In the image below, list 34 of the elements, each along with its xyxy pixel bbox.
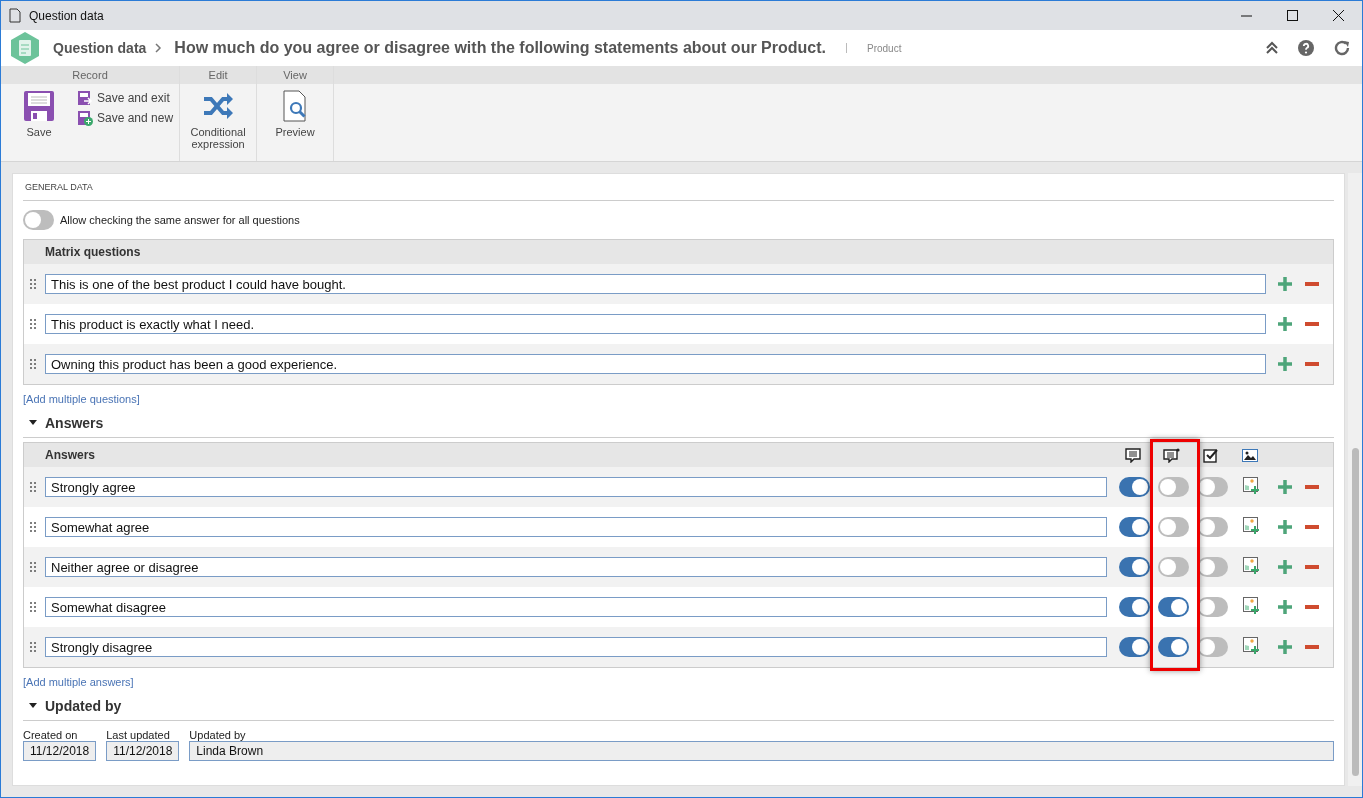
answer-field[interactable]: Strongly disagree — [45, 637, 1107, 657]
section-title: GENERAL DATA — [23, 180, 1334, 201]
add-answers-link[interactable]: [Add multiple answers] — [23, 676, 134, 688]
question-field[interactable]: This is one of the best product I could have bought. — [45, 274, 1266, 294]
ribbon-button[interactable]: Save and new — [77, 110, 174, 126]
section-title: Answers — [45, 415, 104, 431]
ribbon-button[interactable]: Save and exit — [77, 90, 174, 106]
field-label: Created on — [23, 729, 79, 741]
ribbon-group-label: View — [257, 66, 334, 84]
ribbon-group-label: Record — [1, 66, 180, 84]
question-field[interactable]: This product is exactly what I need. — [45, 314, 1266, 334]
column-header: Answers — [45, 448, 96, 462]
readonly-field: 11/12/2018 — [106, 741, 180, 761]
ribbon-group-label: Edit — [180, 66, 257, 84]
readonly-field: 11/12/2018 — [23, 741, 97, 761]
field-label: Last updated — [106, 729, 171, 741]
question-field[interactable]: Owning this product has been a good experience. — [45, 354, 1266, 374]
answer-field[interactable]: Somewhat agree — [45, 517, 1107, 537]
section-header[interactable]: Answers — [23, 415, 1334, 438]
ribbon-button[interactable]: Save — [7, 88, 71, 161]
answer-field[interactable]: Strongly agree — [45, 477, 1107, 497]
category-label: Product — [867, 42, 902, 54]
window-title: Question data — [29, 8, 104, 23]
readonly-field: Linda Brown — [189, 741, 1334, 761]
toggle-label: Allow checking the same answer for all questions — [60, 214, 300, 226]
add-questions-link[interactable]: [Add multiple questions] — [23, 393, 140, 405]
column-header: Matrix questions — [45, 245, 141, 259]
answer-field[interactable]: Neither agree or disagree — [45, 557, 1107, 577]
page-title: How much do you agree or disagree with the following statements about our Product. — [174, 39, 826, 57]
breadcrumb-link[interactable]: Question data — [53, 40, 147, 56]
answer-field[interactable]: Somewhat disagree — [45, 597, 1107, 617]
section-header[interactable]: Updated by — [23, 698, 1334, 721]
field-label: Updated by — [189, 729, 247, 741]
section-title: Updated by — [45, 698, 122, 714]
